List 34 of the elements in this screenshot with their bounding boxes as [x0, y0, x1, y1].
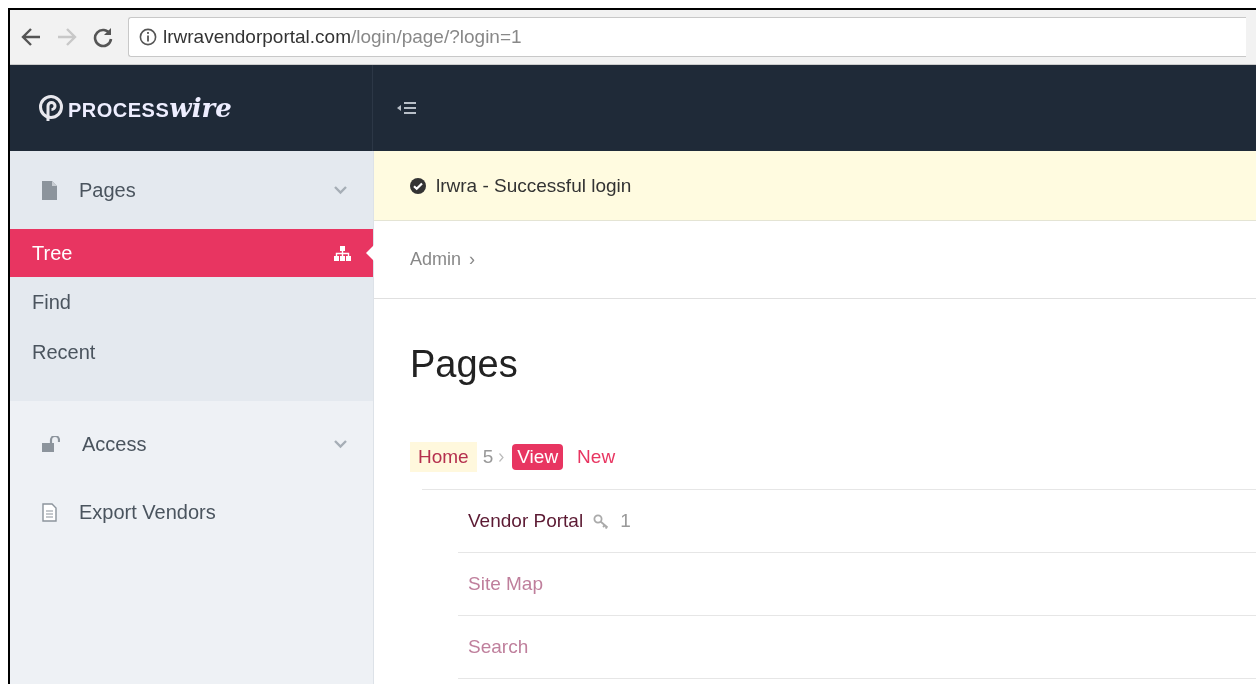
check-circle-icon — [410, 177, 426, 194]
sitemap-icon — [334, 245, 351, 261]
chevron-right-icon — [499, 452, 505, 462]
processwire-logo[interactable]: PROCESSwire — [38, 93, 232, 123]
sidebar-toggle-icon[interactable] — [397, 101, 417, 115]
unlocked-padlock-icon — [42, 436, 60, 452]
info-icon[interactable] — [139, 28, 157, 46]
sidebar-item[interactable]: Tree — [10, 229, 373, 277]
view-button[interactable]: View — [512, 444, 564, 470]
sidebar-item[interactable]: Recent — [10, 327, 373, 377]
breadcrumb-link[interactable]: Admin — [410, 249, 462, 270]
address-bar[interactable]: lrwravendorportal.com/login/page/?login=1 — [128, 17, 1246, 57]
chevron-down-icon — [334, 185, 347, 195]
active-pointer-icon — [366, 245, 374, 261]
page-icon — [42, 180, 57, 200]
breadcrumb-separator: › — [469, 249, 476, 270]
new-link[interactable]: New — [577, 446, 616, 468]
notice-text: lrwra - Successful login — [436, 174, 632, 197]
page-heading: Pages — [409, 342, 519, 387]
reload-icon[interactable] — [92, 26, 114, 48]
chevron-down-icon — [334, 439, 347, 449]
nav-link[interactable]: Export Vendors — [10, 483, 373, 541]
tree-node-title[interactable]: Search — [468, 636, 529, 658]
tree-node-title[interactable]: Home — [410, 442, 477, 472]
url-text: lrwravendorportal.com/login/page/?login=1 — [163, 26, 522, 48]
tree-node-title[interactable]: Site Map — [468, 573, 543, 595]
child-count: 5 — [482, 446, 494, 468]
nav-menu-header[interactable]: Pages — [10, 151, 373, 229]
back-icon[interactable] — [20, 26, 42, 48]
document-icon — [42, 502, 57, 522]
child-count: 1 — [620, 510, 631, 532]
tree-node-title[interactable]: Vendor Portal — [468, 510, 584, 532]
nav-menu-header[interactable]: Access — [10, 405, 373, 483]
sidebar-item[interactable]: Find — [10, 277, 373, 327]
